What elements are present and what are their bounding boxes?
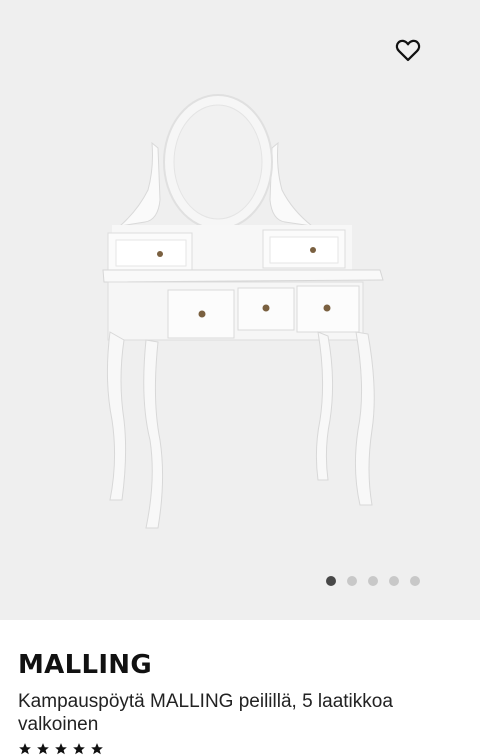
gallery-dot-1[interactable] — [326, 576, 336, 586]
product-image — [102, 94, 384, 529]
gallery-dot-4[interactable] — [389, 576, 399, 586]
star-icon — [55, 743, 67, 755]
star-icon — [73, 743, 85, 755]
gallery-dot-3[interactable] — [368, 576, 378, 586]
product-image-gallery[interactable] — [0, 0, 480, 620]
gallery-pagination — [326, 576, 420, 586]
star-icon — [37, 743, 49, 755]
star-icon — [19, 743, 31, 755]
product-info: MALLING Kampauspöytä MALLING peilillä, 5… — [18, 648, 468, 736]
product-name: MALLING — [18, 650, 153, 680]
product-description: Kampauspöytä MALLING peilillä, 5 laatikk… — [18, 691, 393, 735]
favorite-button[interactable] — [388, 30, 428, 70]
heart-outline-icon — [395, 39, 421, 62]
gallery-dot-2[interactable] — [347, 576, 357, 586]
gallery-dot-5[interactable] — [410, 576, 420, 586]
star-icon — [91, 743, 103, 755]
product-rating[interactable] — [18, 742, 104, 756]
